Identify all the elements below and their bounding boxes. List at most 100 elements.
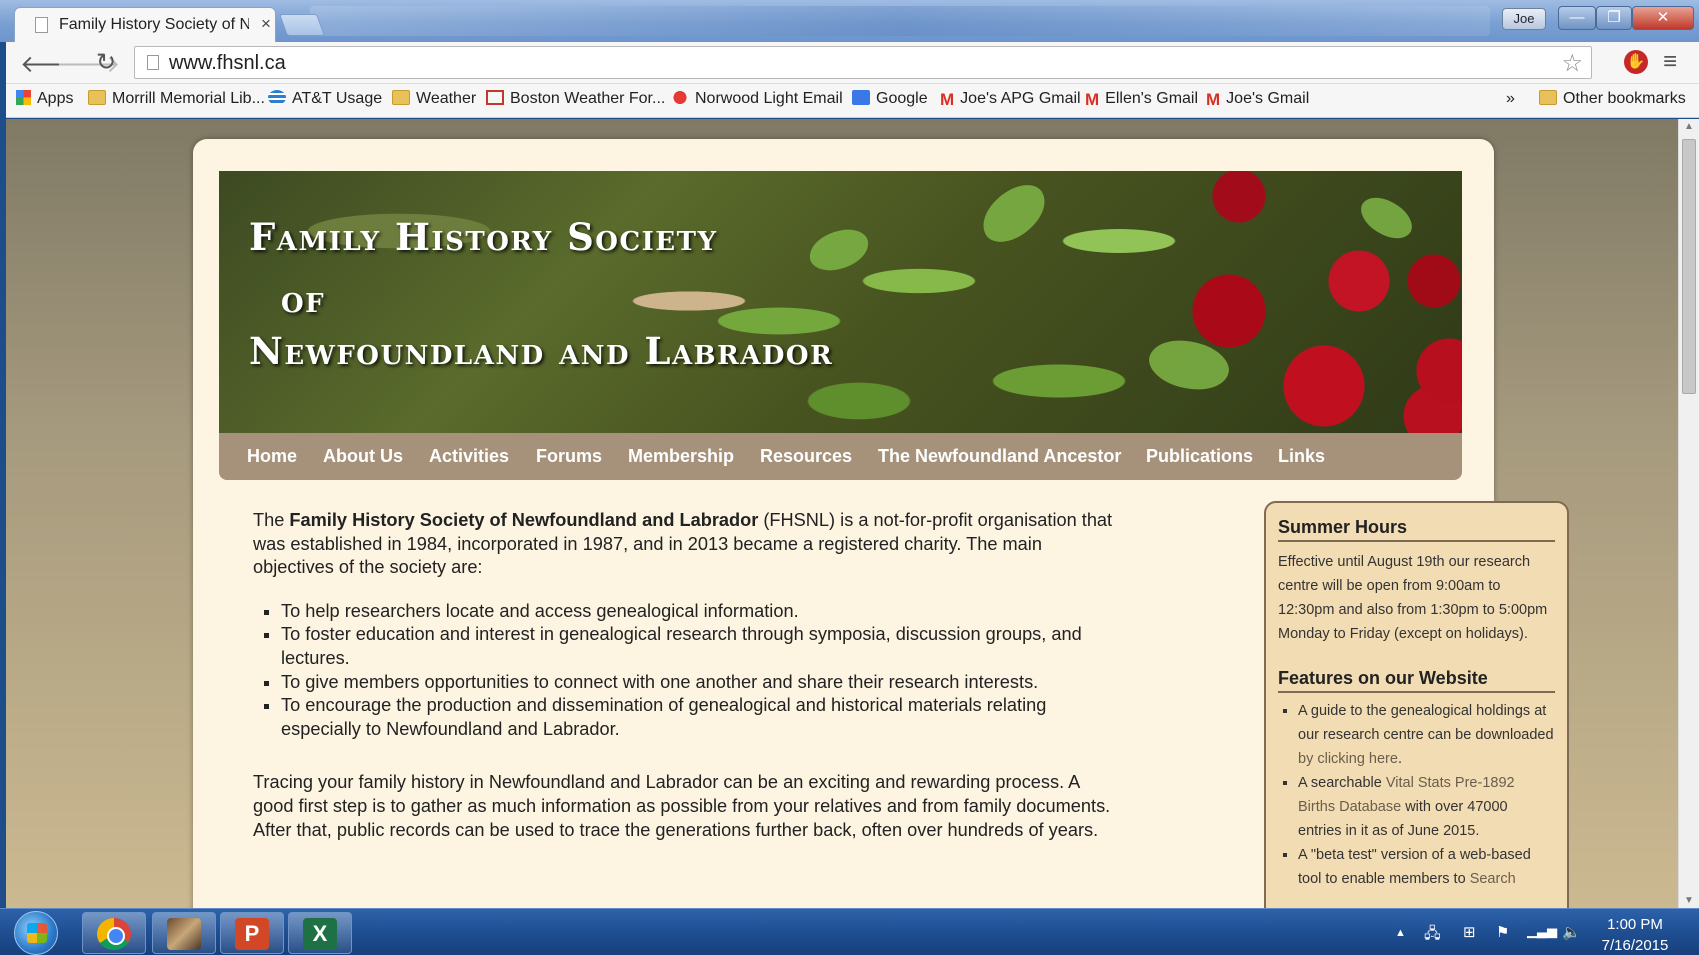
search-link[interactable]: Search [1470, 871, 1516, 887]
att-globe-icon [268, 90, 286, 105]
bookmark-norwood-light[interactable]: Norwood Light Email [671, 90, 843, 108]
apps-grid-icon [16, 90, 31, 105]
banner-title-line-3: Newfoundland and Labrador [249, 329, 834, 373]
objectives-list: To help researchers locate and access ge… [253, 600, 1123, 742]
banner-leaf [1354, 187, 1419, 249]
minimize-button[interactable]: — [1558, 6, 1596, 30]
list-item: A "beta test" version of a web-based too… [1298, 843, 1555, 891]
bookmark-google[interactable]: Google [852, 90, 928, 108]
chrome-icon [97, 918, 131, 950]
nav-membership[interactable]: Membership [628, 446, 734, 467]
banner-title-line-1: Family History Society [249, 215, 718, 259]
site-banner: Family History Society of Newfoundland a… [219, 171, 1462, 433]
vertical-scrollbar[interactable]: ▲ ▼ [1678, 119, 1699, 908]
scroll-down-arrow-icon[interactable]: ▼ [1684, 895, 1694, 906]
tab-title: Family History Society of N [59, 16, 249, 33]
nav-about-us[interactable]: About Us [323, 446, 403, 467]
google-icon [852, 90, 870, 105]
bookmark-ellens-gmail[interactable]: M Ellen's Gmail [1085, 90, 1198, 110]
excel-icon: X [303, 918, 337, 950]
bookmark-att-usage[interactable]: AT&T Usage [268, 90, 382, 108]
page-viewport[interactable]: Family History Society of Newfoundland a… [6, 119, 1678, 908]
page-icon [147, 55, 159, 70]
nav-resources[interactable]: Resources [760, 446, 852, 467]
gmail-icon: M [940, 90, 955, 109]
tab-close-button[interactable]: × [261, 14, 271, 34]
start-button[interactable] [14, 911, 58, 955]
new-tab-button[interactable] [278, 14, 326, 36]
list-item: A searchable Vital Stats Pre-1892 Births… [1298, 771, 1555, 843]
powerpoint-icon: P [235, 918, 269, 950]
nav-home[interactable]: Home [247, 446, 297, 467]
bookmarks-overflow-chevron-icon[interactable]: » [1506, 90, 1515, 108]
banner-leaf [1143, 328, 1235, 402]
weather-site-icon [486, 90, 504, 105]
taskbar-chrome[interactable] [82, 912, 146, 954]
guide-download-link[interactable]: by clicking here [1298, 751, 1398, 767]
signal-strength-icon[interactable]: ▁▃▅ [1527, 923, 1557, 939]
bookmark-weather[interactable]: Weather [392, 90, 476, 108]
reload-icon[interactable]: ↻ [96, 48, 116, 77]
bookmark-label: Boston Weather For... [510, 90, 666, 107]
list-item: To encourage the production and dissemin… [281, 694, 1123, 741]
taskbar-excel[interactable]: X [288, 912, 352, 954]
action-center-icon[interactable]: ⊞ [1463, 923, 1476, 941]
chrome-menu-icon[interactable]: ≡ [1663, 48, 1677, 76]
nav-forums[interactable]: Forums [536, 446, 602, 467]
scrollbar-thumb[interactable] [1682, 139, 1696, 394]
intro-paragraph: The Family History Society of Newfoundla… [253, 509, 1123, 580]
gmail-icon: M [1206, 90, 1221, 109]
bookmark-label: Norwood Light Email [695, 90, 843, 107]
folder-icon [88, 90, 106, 105]
bookmark-label: Weather [416, 90, 477, 107]
list-item: A guide to the genealogical holdings at … [1298, 699, 1555, 771]
windows-taskbar: P X ▲ 🖧 ⊞ ⚑ ▁▃▅ 🔈 1:00 PM 7/16/2015 [0, 908, 1699, 955]
bookmark-apps[interactable]: Apps [16, 90, 73, 108]
list-item: To give members opportunities to connect… [281, 671, 1123, 695]
nav-newfoundland-ancestor[interactable]: The Newfoundland Ancestor [878, 446, 1121, 467]
bookmark-label: Joe's Gmail [1226, 90, 1310, 107]
address-bar[interactable]: ☆ [134, 46, 1592, 79]
network-device-icon[interactable]: 🖧 [1424, 923, 1441, 948]
scroll-up-arrow-icon[interactable]: ▲ [1684, 121, 1694, 132]
bookmark-joes-gmail[interactable]: M Joe's Gmail [1206, 90, 1309, 110]
bookmark-label: Ellen's Gmail [1105, 90, 1199, 107]
bookmark-label: Joe's APG Gmail [960, 90, 1081, 107]
banner-title-line-2: of [281, 277, 326, 321]
bookmark-star-icon[interactable]: ☆ [1561, 49, 1583, 78]
windows-logo-icon [27, 923, 47, 943]
bookmark-label: Morrill Memorial Lib... [112, 90, 265, 107]
nav-publications[interactable]: Publications [1146, 446, 1253, 467]
flag-icon[interactable]: ⚑ [1496, 923, 1509, 941]
profile-button[interactable]: Joe [1502, 8, 1546, 30]
browser-tab-active[interactable]: Family History Society of N × [14, 7, 276, 42]
list-item: To foster education and interest in gene… [281, 623, 1123, 670]
bookmark-boston-weather[interactable]: Boston Weather For... [486, 90, 665, 108]
volume-icon[interactable]: 🔈 [1562, 923, 1581, 941]
close-window-button[interactable]: ✕ [1632, 6, 1694, 30]
folder-icon [1539, 90, 1557, 105]
folder-icon [392, 90, 410, 105]
clock-date[interactable]: 7/16/2015 [1595, 937, 1675, 954]
taskbar-powerpoint[interactable]: P [220, 912, 284, 954]
nav-links[interactable]: Links [1278, 446, 1325, 467]
nav-activities[interactable]: Activities [429, 446, 509, 467]
bookmarks-bar: Apps Morrill Memorial Lib... AT&T Usage … [6, 84, 1699, 118]
url-input[interactable] [169, 50, 1529, 76]
features-list: A guide to the genealogical holdings at … [1298, 699, 1555, 891]
taskbar-photo-app[interactable] [152, 912, 216, 954]
bookmark-morrill-memorial[interactable]: Morrill Memorial Lib... [88, 90, 265, 108]
tray-overflow-icon[interactable]: ▲ [1395, 927, 1406, 939]
main-content: The Family History Society of Newfoundla… [253, 509, 1123, 874]
bookmark-other-bookmarks[interactable]: Other bookmarks [1539, 90, 1686, 108]
photo-viewer-icon [167, 918, 201, 950]
page-icon [35, 17, 48, 33]
browser-toolbar: 🡐 🡒 ↻ ☆ ✋ ≡ [6, 42, 1699, 84]
adblock-extension-icon[interactable]: ✋ [1624, 50, 1648, 74]
page-container: Family History Society of Newfoundland a… [193, 139, 1569, 908]
intro-text: The [253, 510, 290, 530]
clock-time[interactable]: 1:00 PM [1595, 916, 1675, 933]
society-name: Family History Society of Newfoundland a… [289, 510, 759, 530]
maximize-button[interactable]: ❐ [1596, 6, 1632, 30]
bookmark-joes-apg-gmail[interactable]: M Joe's APG Gmail [940, 90, 1081, 110]
